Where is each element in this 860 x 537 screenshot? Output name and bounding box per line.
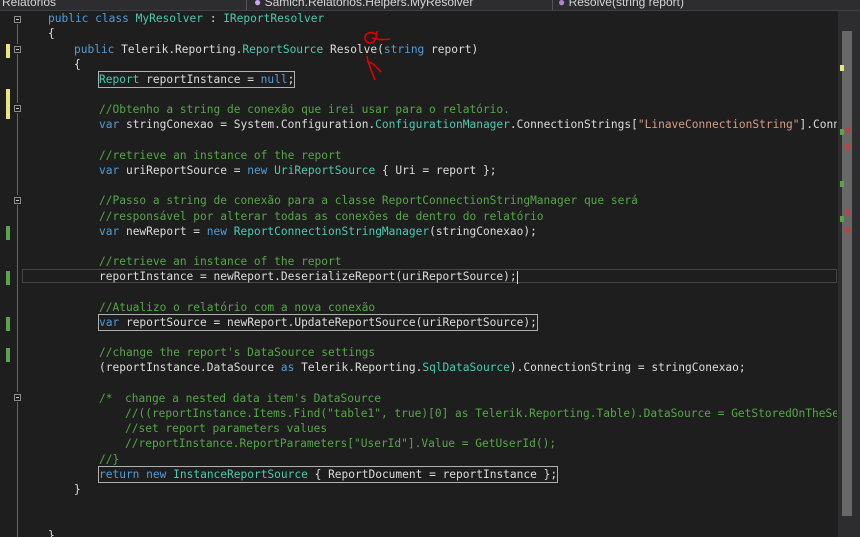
code-line: } xyxy=(48,529,55,537)
comment-line: //Atualizo o relatório com a nova conexã… xyxy=(99,301,376,314)
vertical-scrollbar[interactable] xyxy=(838,11,860,537)
scrollbar-thumb[interactable] xyxy=(842,31,852,516)
collapse-toggle[interactable] xyxy=(14,197,21,204)
comment-line: //reportInstance.ReportParameters["UserI… xyxy=(125,437,557,450)
outline-line xyxy=(17,205,18,392)
change-indicator xyxy=(6,226,10,240)
collapse-toggle[interactable] xyxy=(14,105,21,112)
class-icon: ● xyxy=(254,0,265,9)
code-line: } xyxy=(74,483,81,496)
nav-divider xyxy=(246,0,247,10)
error-mark xyxy=(846,127,850,133)
collapse-toggle[interactable] xyxy=(14,394,21,401)
code-editor[interactable]: public class MyResolver : IReportResolve… xyxy=(22,11,837,537)
change-indicator xyxy=(6,317,10,331)
code-line: var uriReportSource = new UriReportSourc… xyxy=(99,164,497,177)
type-label: Samich.Relatorios.Helpers.MyResolver xyxy=(264,0,474,9)
nav-divider xyxy=(552,0,553,10)
comment-line: //change the report's DataSource setting… xyxy=(99,346,376,359)
member-dropdown[interactable]: ● Resolve(string report) xyxy=(558,0,858,10)
comment-line: //Obtenho a string de conexão que irei u… xyxy=(99,103,510,116)
comment-line: //responsável por alterar todas as conex… xyxy=(99,210,544,223)
code-line: (reportInstance.DataSource as Telerik.Re… xyxy=(99,361,746,374)
change-mark xyxy=(840,65,844,71)
comment-line: //retrieve an instance of the report xyxy=(99,255,342,268)
comment-line: //retrieve an instance of the report xyxy=(99,149,342,162)
outline-line xyxy=(17,113,18,195)
error-mark xyxy=(846,227,850,233)
code-line: public Telerik.Reporting.ReportSource Re… xyxy=(74,43,479,56)
change-mark xyxy=(840,181,844,187)
editor-margin xyxy=(0,11,22,537)
type-dropdown[interactable]: ● Samich.Relatorios.Helpers.MyResolver xyxy=(254,0,544,10)
error-mark xyxy=(846,144,850,150)
change-indicator xyxy=(6,44,10,58)
code-line: { xyxy=(48,27,55,40)
change-mark xyxy=(840,216,844,222)
change-indicator xyxy=(6,89,10,119)
comment-line: //((reportInstance.Items.Find("table1", … xyxy=(125,407,837,420)
comment-line: change a nested data item's DataSource xyxy=(125,392,381,405)
code-line: Report reportInstance = null; xyxy=(97,71,296,88)
code-line-current: reportInstance = newReport.DeserializeRe… xyxy=(99,270,518,284)
project-label: Relatorios xyxy=(2,0,57,9)
change-indicator xyxy=(6,271,10,285)
navigation-bar: Relatorios ● Samich.Relatorios.Helpers.M… xyxy=(0,0,860,11)
comment-line: //Passo a string de conexão para a class… xyxy=(99,194,638,207)
project-dropdown[interactable]: Relatorios xyxy=(2,0,242,10)
change-indicator xyxy=(6,348,10,362)
change-mark xyxy=(840,129,844,135)
code-line: public class MyResolver : IReportResolve… xyxy=(48,12,325,25)
outline-line xyxy=(17,24,18,44)
error-mark xyxy=(846,209,850,215)
comment-line: //set report parameters values xyxy=(125,422,328,435)
code-line: var reportSource = newReport.UpdateRepor… xyxy=(98,314,538,331)
code-line: var stringConexao = System.Configuration… xyxy=(99,118,837,131)
outline-line xyxy=(17,54,18,103)
member-label: Resolve(string report) xyxy=(568,0,684,9)
comment-line: //} xyxy=(99,453,120,466)
collapse-toggle[interactable] xyxy=(14,16,21,23)
outline-line xyxy=(17,402,18,537)
method-icon: ● xyxy=(558,0,569,9)
code-line: { xyxy=(74,58,81,71)
collapse-toggle[interactable] xyxy=(14,46,21,53)
text-caret xyxy=(516,270,518,284)
code-line: var newReport = new ReportConnectionStri… xyxy=(99,225,537,238)
comment-line: /* xyxy=(99,392,113,405)
code-line: return new InstanceReportSource { Report… xyxy=(97,466,559,483)
